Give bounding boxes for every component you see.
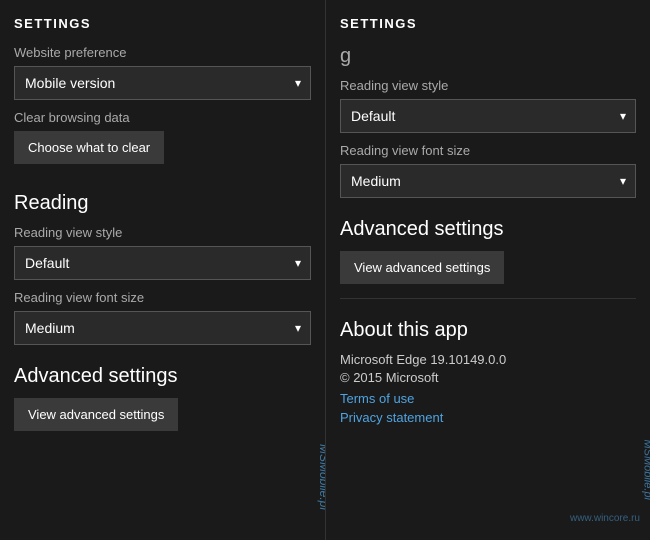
about-divider: [340, 298, 636, 299]
clear-browsing-label: Clear browsing data: [14, 110, 311, 125]
website-preference-label: Website preference: [14, 45, 311, 60]
about-heading: About this app: [340, 319, 636, 342]
right-advanced-heading: Advanced settings: [340, 218, 636, 241]
privacy-statement-link[interactable]: Privacy statement: [340, 410, 636, 425]
left-view-advanced-button[interactable]: View advanced settings: [14, 398, 178, 431]
left-font-size-wrapper: Small Medium Large Extra large ▾: [14, 311, 311, 345]
right-settings-title: SETTINGS: [340, 16, 636, 31]
right-watermark: MSMobile.pl: [642, 439, 650, 500]
right-partial-scroll-text: g: [340, 45, 636, 68]
choose-what-to-clear-button[interactable]: Choose what to clear: [14, 131, 164, 164]
website-preference-wrapper: Mobile version Desktop version ▾: [14, 66, 311, 100]
left-reading-style-select[interactable]: Default Calm Focused: [14, 246, 311, 280]
right-font-size-select[interactable]: Small Medium Large Extra large: [340, 164, 636, 198]
left-advanced-heading: Advanced settings: [14, 365, 311, 388]
right-reading-style-select[interactable]: Default Calm Focused: [340, 99, 636, 133]
terms-of-use-link[interactable]: Terms of use: [340, 391, 636, 406]
website-preference-select[interactable]: Mobile version Desktop version: [14, 66, 311, 100]
right-reading-style-label: Reading view style: [340, 78, 636, 93]
right-font-size-wrapper: Small Medium Large Extra large ▾: [340, 164, 636, 198]
right-watermark2: www.wincore.ru: [570, 513, 640, 524]
left-panel: SETTINGS Website preference Mobile versi…: [0, 0, 325, 540]
left-watermark: MSMobile.pl: [317, 444, 325, 510]
right-view-advanced-button[interactable]: View advanced settings: [340, 251, 504, 284]
app-copyright: © 2015 Microsoft: [340, 370, 636, 385]
left-settings-title: SETTINGS: [14, 16, 311, 31]
left-reading-style-label: Reading view style: [14, 225, 311, 240]
right-panel: SETTINGS g Reading view style Default Ca…: [325, 0, 650, 540]
reading-section-heading: Reading: [14, 192, 311, 215]
left-reading-style-wrapper: Default Calm Focused ▾: [14, 246, 311, 280]
right-reading-style-wrapper: Default Calm Focused ▾: [340, 99, 636, 133]
app-version: Microsoft Edge 19.10149.0.0: [340, 352, 636, 367]
right-font-size-label: Reading view font size: [340, 143, 636, 158]
left-font-size-select[interactable]: Small Medium Large Extra large: [14, 311, 311, 345]
left-font-size-label: Reading view font size: [14, 290, 311, 305]
